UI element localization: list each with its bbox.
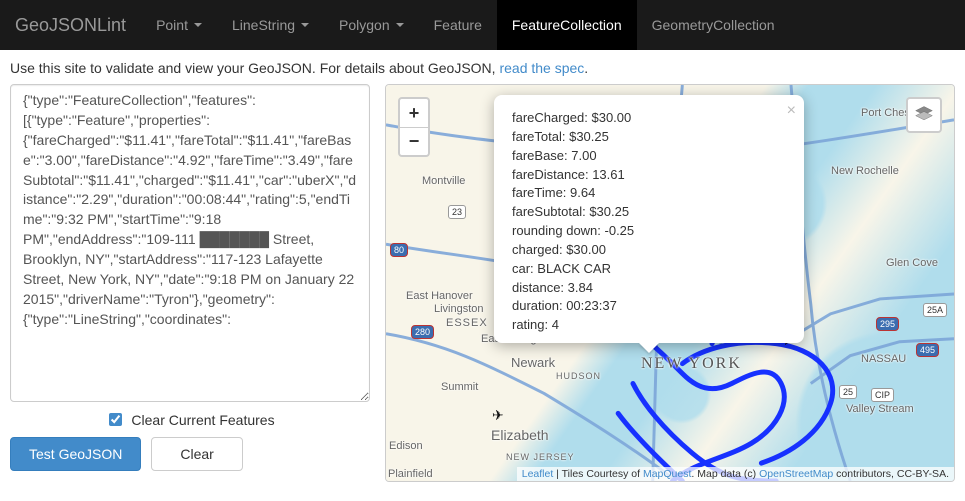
popup-line: fareBase: 7.00 [512,147,786,166]
nav-featurecollection[interactable]: FeatureCollection [497,0,637,50]
map-attribution: Leaflet | Tiles Courtesy of MapQuest. Ma… [517,467,954,481]
map[interactable]: NEW YORK Newark Elizabeth Montville Livi… [385,84,955,482]
map-popup: × fareCharged: $30.00 fareTotal: $30.25 … [494,95,804,343]
popup-line: fareSubtotal: $30.25 [512,203,786,222]
popup-line: duration: 00:23:37 [512,297,786,316]
zoom-in-button[interactable]: + [400,99,428,127]
popup-line: distance: 3.84 [512,279,786,298]
nav-geometrycollection[interactable]: GeometryCollection [637,0,790,50]
osm-link[interactable]: OpenStreetMap [759,468,833,480]
popup-line: rating: 4 [512,316,786,335]
chevron-down-icon [194,23,202,27]
brand: GeoJSONLint [15,0,141,50]
leaflet-link[interactable]: Leaflet [522,468,554,480]
layers-icon [914,104,934,127]
layers-button[interactable] [906,97,942,133]
clear-features-checkbox[interactable] [109,413,122,426]
chevron-down-icon [396,23,404,27]
geojson-input[interactable] [10,84,370,402]
zoom-out-button[interactable]: − [400,127,428,155]
clear-features-checkbox-row[interactable]: Clear Current Features [10,410,370,429]
clear-features-label: Clear Current Features [131,412,274,428]
popup-line: fareCharged: $30.00 [512,109,786,128]
nav-point[interactable]: Point [141,0,217,50]
popup-line: charged: $30.00 [512,241,786,260]
popup-line: car: BLACK CAR [512,260,786,279]
nav-feature[interactable]: Feature [419,0,497,50]
zoom-control: + − [398,97,430,157]
test-geojson-button[interactable]: Test GeoJSON [10,437,141,471]
popup-line: rounding down: -0.25 [512,222,786,241]
nav-items: Point LineString Polygon Feature Feature… [141,0,789,50]
chevron-down-icon [301,23,309,27]
nav-polygon[interactable]: Polygon [324,0,419,50]
popup-tip [639,343,659,353]
clear-button[interactable]: Clear [151,437,242,471]
editor-panel: Clear Current Features Test GeoJSON Clea… [10,84,370,482]
nav-linestring[interactable]: LineString [217,0,324,50]
mapquest-link[interactable]: MapQuest [643,468,691,480]
popup-line: fareTotal: $30.25 [512,128,786,147]
navbar: GeoJSONLint Point LineString Polygon Fea… [0,0,965,50]
popup-line: fareTime: 9.64 [512,184,786,203]
intro-text: Use this site to validate and view your … [0,50,965,84]
popup-close-icon[interactable]: × [787,99,796,122]
spec-link[interactable]: read the spec [499,60,584,76]
popup-line: fareDistance: 13.61 [512,166,786,185]
